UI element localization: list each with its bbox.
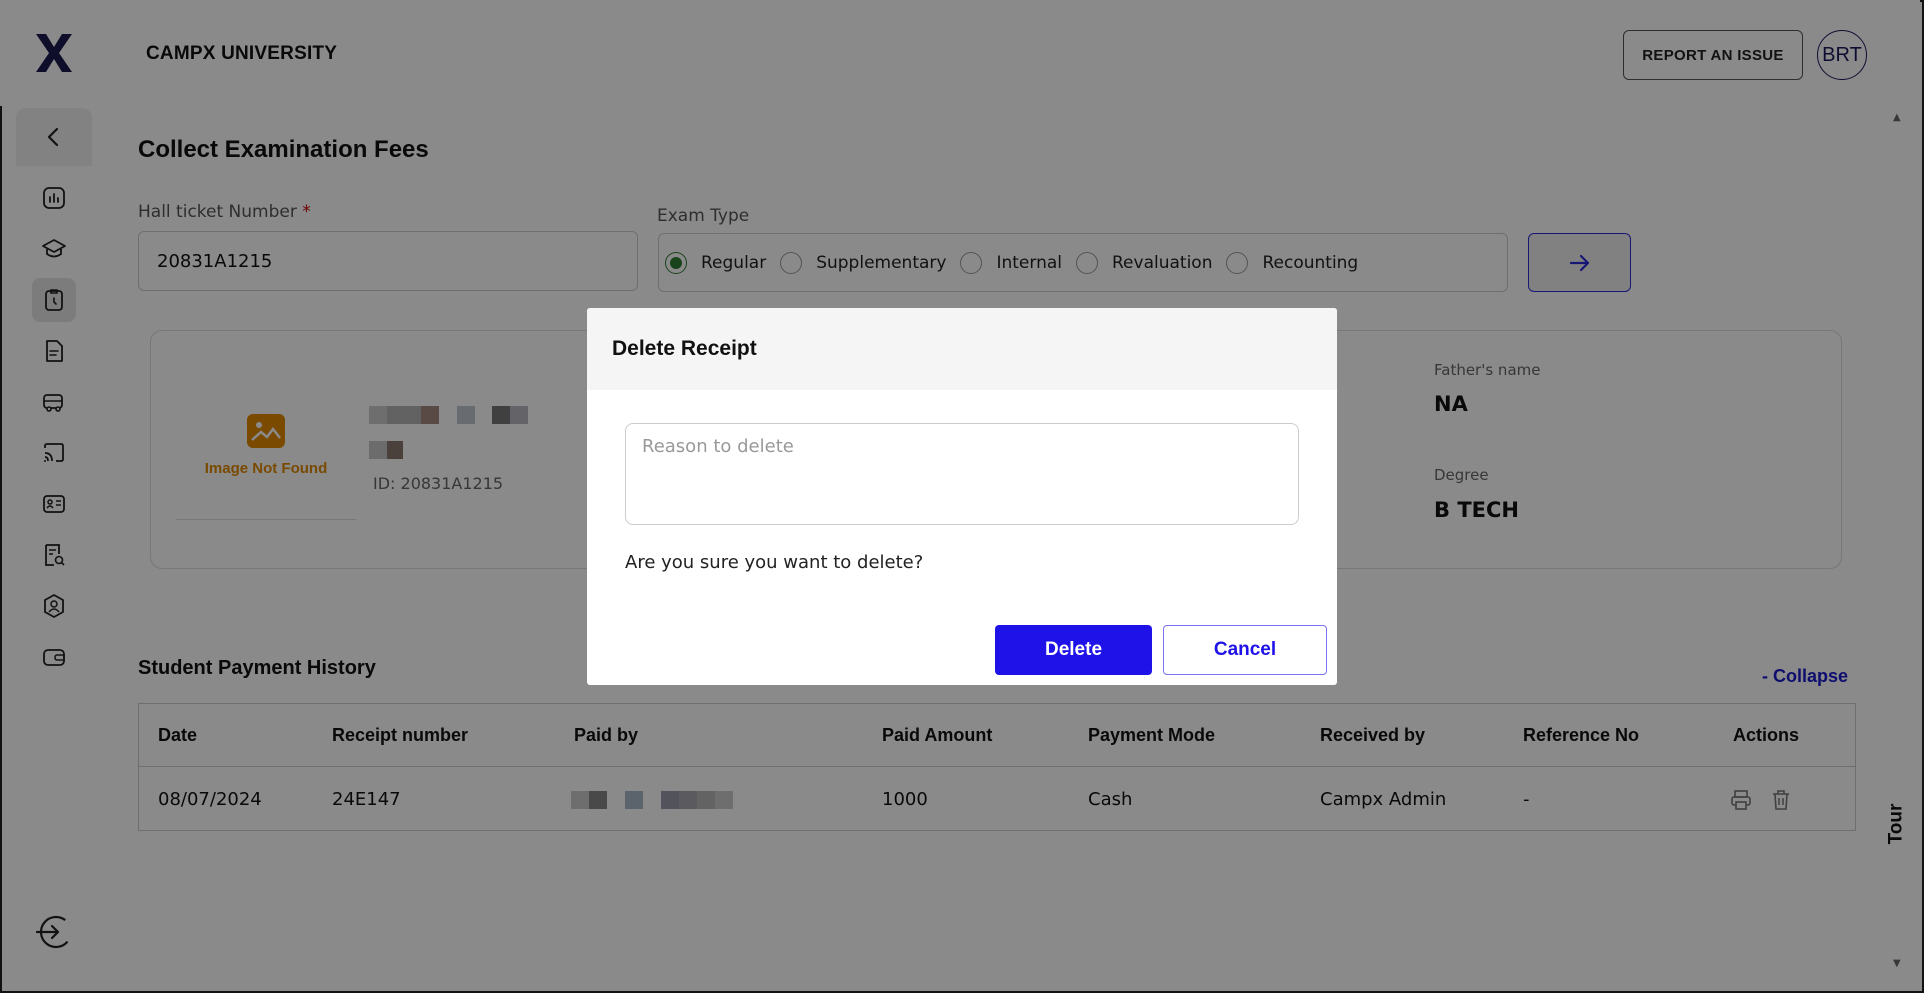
delete-button[interactable]: Delete: [995, 625, 1152, 675]
cancel-button[interactable]: Cancel: [1163, 625, 1327, 675]
delete-receipt-dialog: Delete Receipt Are you sure you want to …: [587, 308, 1337, 685]
confirm-message: Are you sure you want to delete?: [625, 552, 924, 573]
dialog-title: Delete Receipt: [587, 308, 1337, 390]
reason-input[interactable]: [625, 423, 1299, 525]
